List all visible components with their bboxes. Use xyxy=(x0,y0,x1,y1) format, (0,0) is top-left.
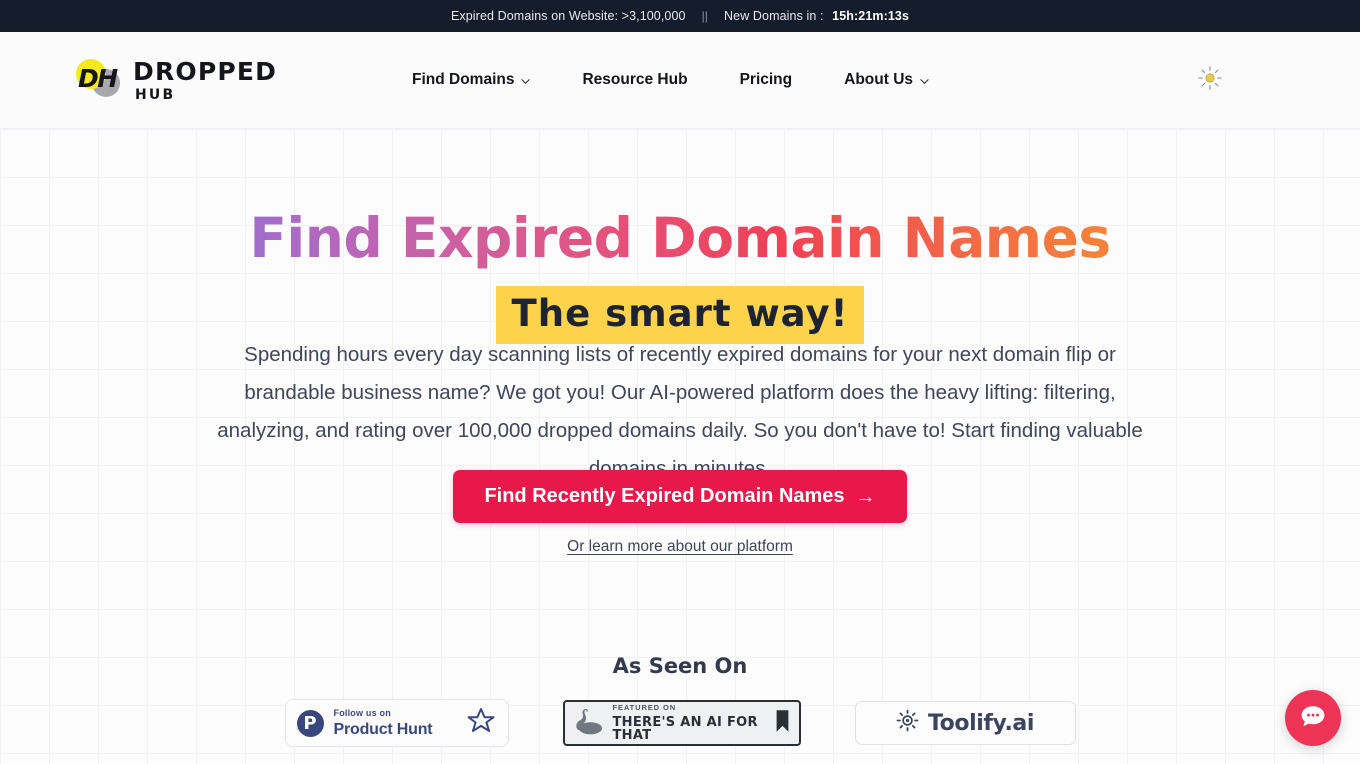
countdown-timer: 15h:21m:13s xyxy=(832,9,910,23)
as-seen-on-badges: P Follow us on Product Hunt FEATURED ON … xyxy=(0,672,1360,747)
logo-mark-icon: DH xyxy=(72,57,124,103)
nav-label-find-domains: Find Domains xyxy=(412,71,515,88)
product-hunt-icon: P xyxy=(296,709,324,737)
product-hunt-line1: Follow us on xyxy=(333,707,391,718)
nav-label-resource-hub: Resource Hub xyxy=(582,71,688,88)
page-title: Find Expired Domain Names xyxy=(0,206,1360,270)
theme-toggle-button[interactable] xyxy=(1193,63,1227,97)
learn-more-link[interactable]: Or learn more about our platform xyxy=(567,538,793,555)
countdown-label: New Domains in : xyxy=(724,9,824,23)
nav-item-resource-hub[interactable]: Resource Hub xyxy=(582,71,687,89)
arrow-right-icon: → xyxy=(855,485,876,508)
nav-item-about-us[interactable]: About Us xyxy=(844,71,929,89)
logo-initials: DH xyxy=(78,64,118,93)
nav-item-pricing[interactable]: Pricing xyxy=(740,71,793,89)
sub-link-wrap: Or learn more about our platform xyxy=(0,538,1360,556)
logo[interactable]: DH DROPPED HUB xyxy=(72,57,372,103)
chevron-down-icon xyxy=(521,77,531,86)
nav-item-find-domains[interactable]: Find Domains xyxy=(412,71,531,89)
hero-section: Find Expired Domain Names The smart way!… xyxy=(0,129,1360,764)
taaft-line1: FEATURED ON xyxy=(612,703,677,713)
expired-domains-count: Expired Domains on Website: >3,100,000 xyxy=(450,9,686,23)
topbar-separator: || xyxy=(701,9,709,23)
find-expired-domains-button[interactable]: Find Recently Expired Domain Names → xyxy=(453,470,907,523)
gear-icon xyxy=(896,709,919,737)
badge-toolify[interactable]: Toolify.ai xyxy=(854,701,1076,745)
cta-label: Find Recently Expired Domain Names xyxy=(484,485,845,507)
taaft-text: FEATURED ON THERE'S AN AI FOR THAT xyxy=(613,704,767,742)
logo-wordmark: DROPPED HUB xyxy=(133,59,277,102)
site-header: DH DROPPED HUB Find Domains Resource Hub… xyxy=(0,32,1360,129)
main-navigation: Find Domains Resource Hub Pricing About … xyxy=(412,71,929,89)
badge-product-hunt[interactable]: P Follow us on Product Hunt xyxy=(284,699,509,747)
star-icon xyxy=(466,706,496,741)
nav-label-about-us: About Us xyxy=(844,71,914,88)
chat-bubble-icon xyxy=(1298,701,1328,736)
seal-mascot-icon xyxy=(572,705,605,742)
product-hunt-line2: Product Hunt xyxy=(333,720,433,738)
cta-wrap: Find Recently Expired Domain Names → xyxy=(0,470,1360,523)
chevron-down-icon xyxy=(920,77,929,86)
bookmark-icon xyxy=(775,709,790,738)
sun-icon xyxy=(1197,65,1223,96)
nav-label-pricing: Pricing xyxy=(739,71,793,88)
hero-paragraph: Spending hours every day scanning lists … xyxy=(217,343,1143,480)
announcement-bar: Expired Domains on Website: >3,100,000 |… xyxy=(0,0,1360,32)
taaft-line2: THERE'S AN AI FOR THAT xyxy=(612,714,758,743)
chat-widget-button[interactable] xyxy=(1285,690,1341,746)
logo-word-dropped: DROPPED xyxy=(133,56,278,86)
logo-word-hub: HUB xyxy=(135,86,176,103)
countdown: New Domains in : 15h:21m:13s xyxy=(724,9,909,23)
toolify-label: Toolify.ai xyxy=(927,710,1035,736)
badge-theres-an-ai-for-that[interactable]: FEATURED ON THERE'S AN AI FOR THAT xyxy=(562,700,801,746)
product-hunt-text: Follow us on Product Hunt xyxy=(333,707,456,738)
